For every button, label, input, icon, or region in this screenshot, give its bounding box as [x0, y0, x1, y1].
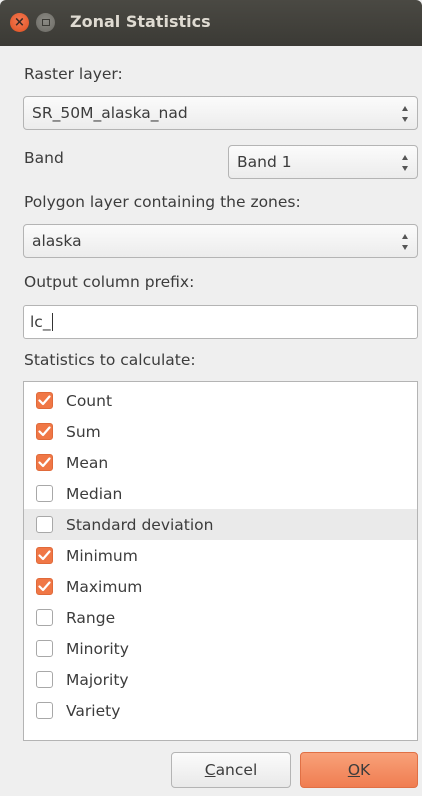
statistic-item[interactable]: Sum [24, 416, 417, 447]
statistics-list[interactable]: Count Sum Mean Median Standard deviation Mini… [23, 381, 418, 741]
statistic-label: Range [66, 608, 116, 627]
polygon-layer-select[interactable]: alaska [23, 224, 418, 258]
checkbox-checked-icon[interactable] [36, 578, 53, 595]
statistic-item[interactable]: Count [24, 385, 417, 416]
statistic-item[interactable]: Variety [24, 695, 417, 726]
statistic-item[interactable]: Range [24, 602, 417, 633]
output-prefix-label: Output column prefix: [24, 273, 195, 291]
statistic-label: Mean [66, 453, 109, 472]
checkbox-unchecked-icon[interactable] [36, 516, 53, 533]
checkbox-unchecked-icon[interactable] [36, 609, 53, 626]
polygon-layer-label: Polygon layer containing the zones: [24, 193, 301, 211]
checkbox-unchecked-icon[interactable] [36, 702, 53, 719]
close-glyph: × [14, 15, 25, 30]
statistic-label: Median [66, 484, 123, 503]
statistic-item[interactable]: Minority [24, 633, 417, 664]
checkbox-unchecked-icon[interactable] [36, 640, 53, 657]
statistic-label: Majority [66, 670, 129, 689]
band-value: Band 1 [237, 153, 292, 171]
ok-label: K [360, 761, 371, 779]
statistic-label: Standard deviation [66, 515, 214, 534]
statistic-label: Maximum [66, 577, 143, 596]
statistics-label: Statistics to calculate: [24, 351, 196, 369]
checkbox-checked-icon[interactable] [36, 454, 53, 471]
ok-mnemonic: O [347, 761, 361, 779]
statistic-item[interactable]: Maximum [24, 571, 417, 602]
cancel-mnemonic: C [204, 761, 216, 779]
raster-layer-select[interactable]: SR_50M_alaska_nad [23, 96, 418, 130]
output-prefix-input[interactable]: lc_ [23, 305, 418, 339]
window-title: Zonal Statistics [70, 12, 211, 31]
statistic-label: Sum [66, 422, 101, 441]
raster-layer-label: Raster layer: [24, 65, 123, 83]
chevron-updown-icon [401, 106, 408, 122]
statistic-label: Variety [66, 701, 121, 720]
cancel-label: ancel [215, 761, 258, 779]
checkbox-checked-icon[interactable] [36, 423, 53, 440]
polygon-layer-value: alaska [32, 232, 82, 250]
chevron-updown-icon [401, 155, 408, 171]
statistic-label: Minimum [66, 546, 138, 565]
checkbox-unchecked-icon[interactable] [36, 671, 53, 688]
statistic-label: Count [66, 391, 113, 410]
text-caret [51, 313, 53, 331]
checkbox-checked-icon[interactable] [36, 392, 53, 409]
statistic-item[interactable]: Majority [24, 664, 417, 695]
checkbox-checked-icon[interactable] [36, 547, 53, 564]
statistic-item[interactable]: Minimum [24, 540, 417, 571]
title-bar: × Zonal Statistics [0, 0, 422, 46]
statistic-label: Minority [66, 639, 129, 658]
statistic-item[interactable]: Median [24, 478, 417, 509]
maximize-icon[interactable] [36, 13, 55, 32]
close-icon[interactable]: × [10, 13, 29, 32]
ok-button[interactable]: OK [300, 752, 418, 788]
output-prefix-value: lc_ [30, 313, 51, 331]
statistic-item[interactable]: Mean [24, 447, 417, 478]
raster-layer-value: SR_50M_alaska_nad [32, 104, 188, 122]
checkbox-unchecked-icon[interactable] [36, 485, 53, 502]
band-select[interactable]: Band 1 [228, 145, 418, 179]
chevron-updown-icon [401, 234, 408, 250]
band-label: Band [24, 149, 64, 167]
statistic-item[interactable]: Standard deviation [24, 509, 417, 540]
cancel-button[interactable]: Cancel [171, 752, 291, 788]
